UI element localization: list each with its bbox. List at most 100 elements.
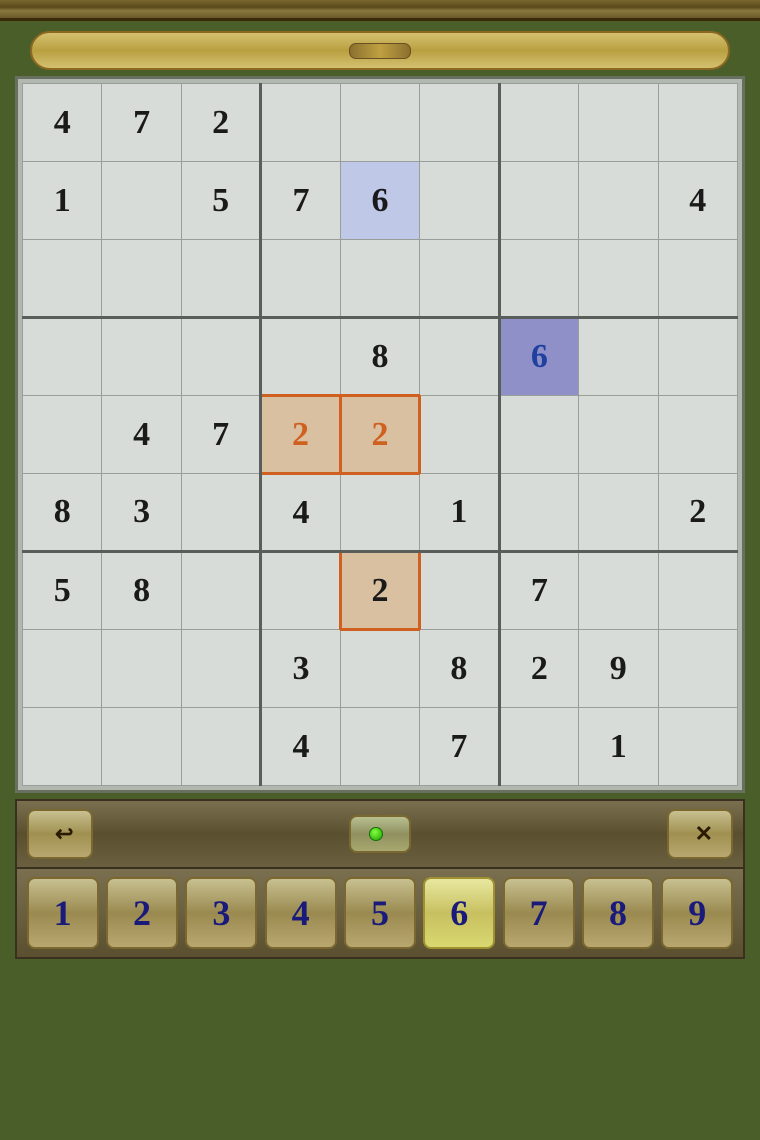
grid-cell[interactable] [499, 396, 578, 474]
numpad-button-1[interactable]: 1 [27, 877, 99, 949]
grid-cell[interactable] [499, 474, 578, 552]
grid-cell[interactable]: 5 [23, 552, 102, 630]
grid-cell[interactable]: 7 [261, 162, 340, 240]
timer-display [52, 39, 57, 62]
bottom-toolbar: ↩ ✕ [15, 799, 745, 869]
grid-cell[interactable] [658, 552, 738, 630]
grid-cell[interactable]: 2 [340, 552, 419, 630]
grid-cell[interactable] [420, 396, 499, 474]
grid-cell[interactable] [658, 708, 738, 786]
grid-cell[interactable] [579, 396, 658, 474]
best-display [703, 39, 708, 62]
grid-cell[interactable] [579, 162, 658, 240]
grid-cell[interactable] [579, 318, 658, 396]
grid-cell[interactable] [181, 474, 260, 552]
erase-button[interactable]: ✕ [667, 809, 733, 859]
grid-cell[interactable]: 5 [181, 162, 260, 240]
grid-cell[interactable]: 2 [499, 630, 578, 708]
numpad-button-7[interactable]: 7 [503, 877, 575, 949]
grid-cell[interactable]: 3 [102, 474, 181, 552]
grid-cell[interactable] [420, 552, 499, 630]
grid-cell[interactable]: 9 [579, 630, 658, 708]
grid-cell[interactable] [340, 240, 419, 318]
grid-cell[interactable]: 8 [340, 318, 419, 396]
grid-cell[interactable] [499, 84, 578, 162]
grid-cell[interactable]: 3 [261, 630, 340, 708]
grid-cell[interactable]: 7 [420, 708, 499, 786]
grid-cell[interactable] [102, 162, 181, 240]
grid-cell[interactable] [499, 240, 578, 318]
grid-cell[interactable] [261, 240, 340, 318]
numpad-button-9[interactable]: 9 [661, 877, 733, 949]
numpad-button-6[interactable]: 6 [423, 877, 495, 949]
grid-cell[interactable] [340, 474, 419, 552]
grid-cell[interactable] [261, 552, 340, 630]
grid-cell[interactable] [658, 240, 738, 318]
undo-button[interactable]: ↩ [27, 809, 93, 859]
grid-cell[interactable]: 1 [420, 474, 499, 552]
grid-cell[interactable] [420, 162, 499, 240]
grid-cell[interactable] [658, 396, 738, 474]
grid-cell[interactable]: 1 [579, 708, 658, 786]
grid-cell[interactable] [102, 708, 181, 786]
numpad-button-8[interactable]: 8 [582, 877, 654, 949]
number-pad: 123456789 [15, 869, 745, 959]
grid-cell[interactable] [102, 318, 181, 396]
grid-cell[interactable] [579, 474, 658, 552]
grid-cell[interactable] [23, 240, 102, 318]
grid-cell[interactable] [499, 708, 578, 786]
grid-cell[interactable]: 4 [23, 84, 102, 162]
grid-cell[interactable]: 7 [181, 396, 260, 474]
sudoku-grid: 472157648647228341258273829471 [22, 83, 738, 786]
grid-cell[interactable]: 7 [102, 84, 181, 162]
grid-cell[interactable] [579, 240, 658, 318]
numpad-button-2[interactable]: 2 [106, 877, 178, 949]
grid-cell[interactable] [23, 630, 102, 708]
grid-cell[interactable] [181, 630, 260, 708]
grid-cell[interactable]: 2 [658, 474, 738, 552]
grid-cell[interactable]: 7 [499, 552, 578, 630]
grid-cell[interactable] [658, 84, 738, 162]
grid-cell[interactable] [420, 318, 499, 396]
numpad-button-4[interactable]: 4 [265, 877, 337, 949]
grid-cell[interactable] [181, 552, 260, 630]
grid-cell[interactable]: 4 [261, 474, 340, 552]
grid-cell[interactable] [340, 708, 419, 786]
grid-cell[interactable] [23, 318, 102, 396]
grid-cell[interactable]: 8 [102, 552, 181, 630]
grid-cell[interactable]: 2 [261, 396, 340, 474]
grid-cell[interactable] [23, 708, 102, 786]
grid-cell[interactable]: 8 [420, 630, 499, 708]
grid-cell[interactable]: 2 [340, 396, 419, 474]
grid-cell[interactable] [420, 240, 499, 318]
grid-cell[interactable] [420, 84, 499, 162]
grid-cell[interactable]: 6 [340, 162, 419, 240]
grid-cell[interactable] [181, 708, 260, 786]
erase-icon: ✕ [695, 821, 713, 847]
title-area [0, 0, 760, 21]
grid-cell[interactable]: 4 [261, 708, 340, 786]
grid-cell[interactable]: 2 [181, 84, 260, 162]
grid-cell[interactable] [23, 396, 102, 474]
grid-cell[interactable] [181, 318, 260, 396]
grid-cell[interactable] [658, 630, 738, 708]
grid-cell[interactable] [102, 630, 181, 708]
grid-cell[interactable] [340, 84, 419, 162]
quick-notes-button[interactable] [349, 815, 411, 853]
grid-cell[interactable] [579, 552, 658, 630]
grid-cell[interactable] [579, 84, 658, 162]
grid-cell[interactable] [261, 84, 340, 162]
grid-cell[interactable] [658, 318, 738, 396]
grid-cell[interactable]: 4 [658, 162, 738, 240]
grid-cell[interactable] [181, 240, 260, 318]
numpad-button-3[interactable]: 3 [185, 877, 257, 949]
grid-cell[interactable] [102, 240, 181, 318]
grid-cell[interactable] [340, 630, 419, 708]
grid-cell[interactable]: 6 [499, 318, 578, 396]
grid-cell[interactable]: 1 [23, 162, 102, 240]
grid-cell[interactable]: 4 [102, 396, 181, 474]
numpad-button-5[interactable]: 5 [344, 877, 416, 949]
grid-cell[interactable]: 8 [23, 474, 102, 552]
grid-cell[interactable] [261, 318, 340, 396]
grid-cell[interactable] [499, 162, 578, 240]
